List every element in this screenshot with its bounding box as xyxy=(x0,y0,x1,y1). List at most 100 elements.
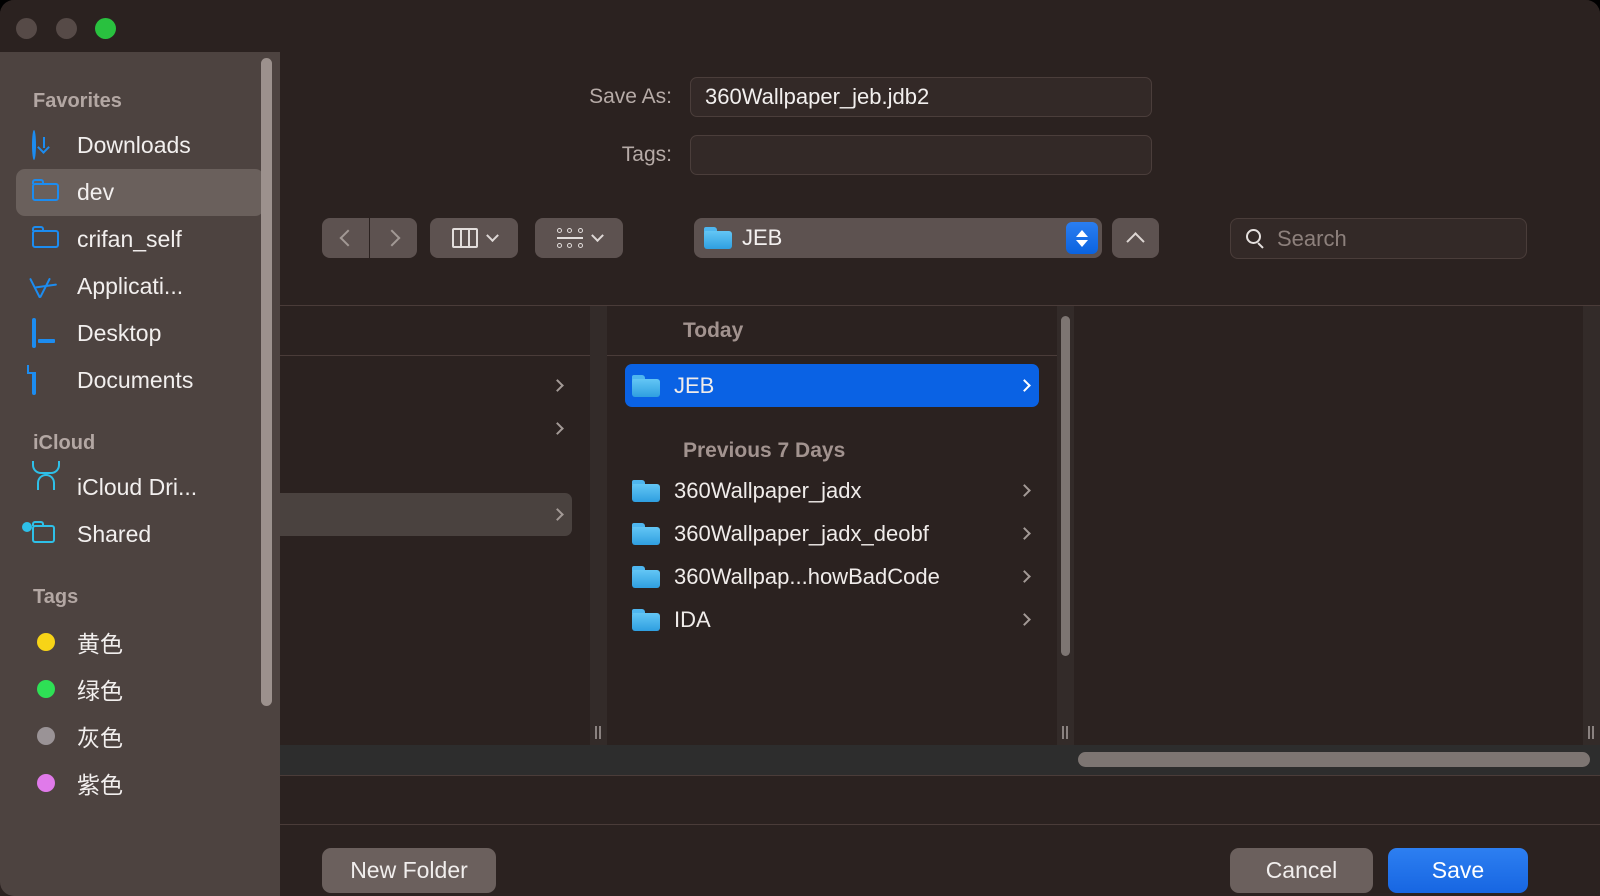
sidebar-item-documents[interactable]: Documents xyxy=(16,357,264,404)
sidebar-item-dev[interactable]: dev xyxy=(16,169,264,216)
column-center-group-header: Previous 7 Days xyxy=(683,439,846,462)
sidebar-item-label: 紫色 xyxy=(77,771,123,798)
sidebar-item-downloads[interactable]: Downloads xyxy=(16,122,264,169)
list-item[interactable]: 360Wallpaper_jadx_deobf xyxy=(625,512,1039,555)
chevron-left-icon xyxy=(339,229,356,247)
path-stepper[interactable] xyxy=(1066,222,1098,254)
list-item[interactable]: 360Wallpap...howBadCode xyxy=(625,555,1039,598)
sidebar-item-label: Shared xyxy=(77,521,152,547)
list-item-label: IDA xyxy=(674,606,711,632)
sidebar-section-favorites: Favorites xyxy=(33,90,122,112)
list-item-jeb[interactable]: JEB xyxy=(625,364,1039,407)
scrollbar-thumb[interactable] xyxy=(1061,316,1070,656)
sidebar-item-desktop[interactable]: Desktop xyxy=(16,310,264,357)
column-resize-grip[interactable] xyxy=(1588,726,1595,739)
browser-column-right xyxy=(1090,306,1600,745)
folder-icon xyxy=(32,225,60,254)
search-input[interactable]: Search xyxy=(1230,218,1527,259)
path-popup-label: JEB xyxy=(742,225,783,250)
go-up-button[interactable] xyxy=(1112,218,1159,258)
applications-icon xyxy=(29,273,60,301)
sidebar-item-label: Desktop xyxy=(77,320,162,346)
document-icon xyxy=(27,364,60,395)
chevron-right-icon xyxy=(1018,613,1031,626)
save-button[interactable]: Save xyxy=(1388,848,1528,893)
sidebar-scrollbar[interactable] xyxy=(261,58,272,706)
sidebar-item-label: 绿色 xyxy=(77,677,123,704)
sidebar-item-label: iCloud Dri... xyxy=(77,474,198,500)
chevron-right-icon xyxy=(1018,484,1031,497)
folder-icon xyxy=(632,479,660,502)
save-as-input[interactable]: 360Wallpaper_jeb.jdb2 xyxy=(690,77,1152,117)
column-center-header: Today xyxy=(607,306,1057,356)
sidebar-item-label: 灰色 xyxy=(77,724,123,751)
column-resize-grip[interactable] xyxy=(1062,726,1069,739)
folder-icon xyxy=(632,565,660,588)
list-item-label: 360Wallpaper_jadx xyxy=(674,477,862,503)
tags-input[interactable] xyxy=(690,135,1152,175)
folder-icon xyxy=(632,522,660,545)
forward-button[interactable] xyxy=(370,218,417,258)
chevron-up-icon xyxy=(1126,231,1145,251)
cloud-icon xyxy=(32,460,60,502)
stepper-up-icon xyxy=(1076,229,1088,237)
folder-icon xyxy=(32,178,60,207)
tag-dot-icon xyxy=(32,628,60,656)
sidebar-item-shared[interactable]: Shared xyxy=(16,511,264,558)
sidebar-item-label: 黄色 xyxy=(77,630,123,657)
view-columns-button[interactable] xyxy=(430,218,518,258)
browser-column-center: Today JEB Previous 7 Days 360Wallpaper_j… xyxy=(607,306,1057,745)
tag-dot-icon xyxy=(32,675,60,703)
sidebar-section-icloud: iCloud xyxy=(33,432,96,454)
save-dialog-window: Save As: 360Wallpaper_jeb.jdb2 Tags: JEB… xyxy=(0,0,1600,896)
sidebar-item-icloud-drive[interactable]: iCloud Dri... xyxy=(16,460,264,511)
path-popup-button[interactable]: JEB xyxy=(694,218,1102,258)
titlebar xyxy=(0,0,1600,52)
sidebar-section-tags: Tags xyxy=(33,586,79,608)
chevron-right-icon xyxy=(551,422,564,435)
chevron-right-icon xyxy=(1018,527,1031,540)
new-folder-button[interactable]: New Folder xyxy=(322,848,496,893)
chevron-right-icon xyxy=(1018,570,1031,583)
maximize-button[interactable] xyxy=(95,18,116,39)
grid-view-icon xyxy=(556,228,583,248)
search-icon xyxy=(1246,229,1265,249)
shared-folder-icon xyxy=(22,520,60,549)
horizontal-scrollbar-thumb[interactable] xyxy=(1078,752,1590,767)
view-grouping-button[interactable] xyxy=(535,218,623,258)
cancel-button[interactable]: Cancel xyxy=(1230,848,1373,893)
tag-dot-icon xyxy=(32,722,60,750)
sidebar-item-crifan-self[interactable]: crifan_self xyxy=(16,216,264,263)
folder-icon xyxy=(704,227,732,249)
list-item[interactable]: IDA xyxy=(625,598,1039,641)
chevron-right-icon xyxy=(1018,379,1031,392)
desktop-icon xyxy=(32,317,60,348)
column-right-scrollbar[interactable] xyxy=(1583,306,1600,745)
download-icon xyxy=(32,129,60,160)
tag-dot-icon xyxy=(32,769,60,797)
list-item-label: 360Wallpaper_jadx_deobf xyxy=(674,520,929,546)
column-left-scrollbar[interactable] xyxy=(590,306,607,745)
sidebar: Favorites Downloads dev crifan_self Appl… xyxy=(0,52,280,896)
column-resize-grip[interactable] xyxy=(595,726,602,739)
column-center-scrollbar[interactable] xyxy=(1057,306,1074,745)
search-placeholder: Search xyxy=(1277,225,1347,251)
back-button[interactable] xyxy=(322,218,369,258)
chevron-right-icon xyxy=(383,229,400,247)
sidebar-item-tag-green[interactable]: 绿色 xyxy=(16,665,264,712)
sidebar-item-label: Applicati... xyxy=(77,273,184,299)
minimize-button[interactable] xyxy=(56,18,77,39)
sidebar-item-label: Documents xyxy=(77,367,194,393)
list-item-label: 360Wallpap...howBadCode xyxy=(674,563,940,589)
sidebar-item-label: Downloads xyxy=(77,132,191,158)
folder-icon xyxy=(632,374,660,397)
sidebar-item-tag-yellow[interactable]: 黄色 xyxy=(16,618,264,665)
sidebar-item-applications[interactable]: Applicati... xyxy=(16,263,264,310)
sidebar-item-tag-gray[interactable]: 灰色 xyxy=(16,712,264,759)
list-item-label: JEB xyxy=(674,372,715,398)
chevron-right-icon xyxy=(551,508,564,521)
sidebar-item-tag-purple[interactable]: 紫色 xyxy=(16,759,264,806)
chevron-down-icon xyxy=(590,228,604,242)
list-item[interactable]: 360Wallpaper_jadx xyxy=(625,469,1039,512)
close-button[interactable] xyxy=(16,18,37,39)
